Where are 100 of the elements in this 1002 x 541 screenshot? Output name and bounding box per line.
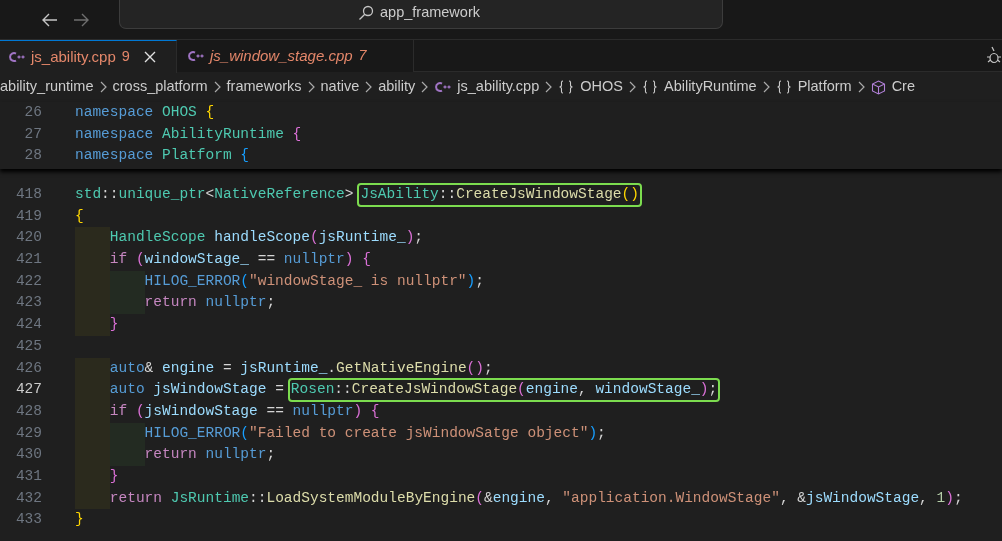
braces-icon bbox=[558, 80, 575, 94]
code-token: JsAbility bbox=[360, 185, 439, 205]
code-token: NativeReference bbox=[214, 185, 345, 205]
editor-tab[interactable]: js_window_stage.cpp 7 bbox=[177, 40, 414, 72]
code-token: return bbox=[144, 293, 198, 313]
code-token: nullptr bbox=[292, 401, 354, 421]
line-number: 26 bbox=[23, 102, 42, 122]
line-number: 419 bbox=[14, 206, 42, 226]
code-token: . bbox=[327, 358, 337, 378]
code-token: AbilityRuntime bbox=[162, 124, 285, 144]
code-token: ) bbox=[466, 271, 476, 291]
breadcrumb-item[interactable]: native bbox=[320, 76, 360, 98]
code-token: 1 bbox=[936, 488, 946, 508]
line-number: 424 bbox=[14, 315, 42, 335]
braces-icon bbox=[775, 80, 792, 94]
code-token: { bbox=[240, 146, 250, 166]
editor-tab[interactable]: js_ability.cpp 9 bbox=[0, 40, 177, 73]
code-token: return bbox=[109, 488, 163, 508]
code-token: ; bbox=[475, 271, 484, 291]
breadcrumb-item[interactable]: Platform bbox=[797, 76, 852, 98]
code-token: nullptr bbox=[205, 445, 267, 465]
code-token: unique_ptr bbox=[118, 185, 206, 205]
code-token: ( bbox=[309, 228, 319, 248]
code-token: & bbox=[484, 488, 493, 508]
code-token: jsWindowStage bbox=[806, 488, 920, 508]
code-token: windowStage_ bbox=[144, 250, 250, 270]
code-token: jsRuntime_ bbox=[240, 358, 328, 378]
breadcrumb-item[interactable]: ability bbox=[378, 76, 416, 98]
code-token: Platform bbox=[162, 146, 233, 166]
line-number: 421 bbox=[14, 250, 42, 270]
line-number: 418 bbox=[14, 185, 42, 205]
code-token: { bbox=[205, 102, 215, 122]
code-token: :: bbox=[334, 380, 352, 400]
code-token: HILOG_ERROR bbox=[144, 271, 241, 291]
breadcrumb-item[interactable]: js_ability.cpp bbox=[457, 76, 540, 98]
code-token: { bbox=[292, 124, 302, 144]
search-field[interactable]: app_framework bbox=[119, 0, 723, 29]
code-token: handleScope bbox=[214, 228, 310, 248]
code-token: GetNativeEngine bbox=[336, 358, 467, 378]
code-token: auto bbox=[109, 358, 145, 378]
close-icon[interactable] bbox=[143, 51, 156, 63]
code-token: ( bbox=[475, 488, 484, 508]
chevron-icon bbox=[307, 81, 315, 93]
code-token: windowStage_ bbox=[595, 380, 700, 400]
chevron-icon bbox=[857, 81, 865, 93]
search-icon bbox=[358, 5, 375, 21]
code-token: OHOS bbox=[162, 102, 198, 122]
code-token: ) bbox=[588, 423, 598, 443]
code-token: () bbox=[621, 185, 639, 205]
code-token: engine bbox=[162, 358, 215, 378]
line-number: 28 bbox=[23, 146, 42, 166]
line-number: 425 bbox=[14, 336, 42, 356]
breadcrumb-item[interactable]: Cre bbox=[891, 76, 915, 98]
code-token: :: bbox=[249, 488, 267, 508]
code-token: ; bbox=[708, 380, 718, 400]
code-token: :: bbox=[101, 185, 119, 205]
code-token: & bbox=[144, 358, 155, 378]
code-token: } bbox=[109, 315, 119, 335]
chevron-icon bbox=[213, 81, 221, 93]
code-token: == bbox=[256, 250, 277, 270]
chevron-icon bbox=[762, 81, 770, 93]
line-number: 432 bbox=[14, 488, 42, 508]
code-token: return bbox=[144, 445, 198, 465]
code-token: , & bbox=[779, 488, 806, 508]
code-token: () bbox=[466, 358, 484, 378]
cpp-file-icon bbox=[8, 51, 25, 63]
code-token: CreateJsWindowStage bbox=[456, 185, 622, 205]
code-token: ; bbox=[484, 358, 493, 378]
code-token: ( bbox=[517, 380, 526, 400]
chevron-icon bbox=[545, 81, 553, 93]
code-token: = bbox=[221, 358, 233, 378]
tab-label: js_window_stage.cpp bbox=[210, 45, 353, 66]
bug-icon[interactable] bbox=[986, 46, 1002, 64]
code-token: ) { bbox=[344, 250, 371, 270]
code-token: = bbox=[274, 380, 284, 400]
breadcrumb-item[interactable]: AbilityRuntime bbox=[663, 76, 757, 98]
chevron-icon bbox=[365, 81, 373, 93]
line-number: 426 bbox=[14, 358, 42, 378]
problem-count: 9 bbox=[121, 47, 130, 67]
code-token: jsWindowStage bbox=[144, 401, 258, 421]
tab-label: js_ability.cpp bbox=[31, 46, 116, 67]
code-token: "application.WindowStage" bbox=[562, 488, 780, 508]
code-token: :: bbox=[438, 185, 457, 205]
code-token: , bbox=[544, 488, 555, 508]
code-token: ; bbox=[953, 488, 963, 508]
breadcrumb-item[interactable]: OHOS bbox=[580, 76, 623, 98]
code-token: nullptr bbox=[205, 293, 267, 313]
code-token: HILOG_ERROR bbox=[144, 423, 241, 443]
code-token: engine bbox=[492, 488, 545, 508]
code-token: if bbox=[109, 401, 129, 421]
breadcrumb-item[interactable]: cross_platform bbox=[112, 76, 208, 98]
breadcrumb-item[interactable]: ability_runtime bbox=[0, 76, 94, 98]
code-token: namespace bbox=[75, 124, 155, 144]
breadcrumb-item[interactable]: frameworks bbox=[226, 76, 302, 98]
code-token: Rosen bbox=[290, 380, 335, 400]
code-token: ( bbox=[135, 401, 145, 421]
code-token: "Failed to create jsWindowSatge object" bbox=[249, 423, 589, 443]
code-token: CreateJsWindowStage bbox=[351, 380, 518, 400]
chevron-icon bbox=[421, 81, 429, 93]
code-token: , bbox=[578, 380, 588, 400]
